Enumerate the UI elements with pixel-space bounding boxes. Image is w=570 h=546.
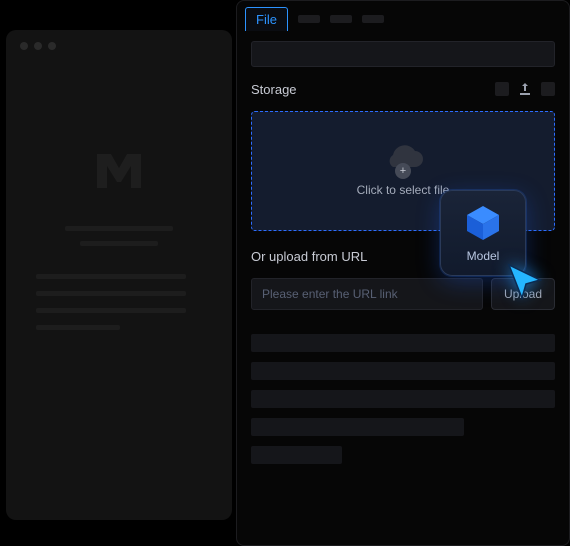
- tab-stub[interactable]: [330, 15, 352, 23]
- background-content: [6, 62, 232, 330]
- model-chip[interactable]: Model: [440, 190, 526, 276]
- model-chip-label: Model: [467, 249, 500, 263]
- skeleton: [36, 308, 186, 313]
- list-item: [251, 334, 555, 352]
- cube-icon: [463, 203, 503, 243]
- skeleton: [80, 241, 158, 246]
- window-dot: [48, 42, 56, 50]
- storage-actions: [495, 81, 555, 97]
- background-window: [6, 30, 232, 520]
- list-placeholder: [251, 334, 555, 464]
- skeleton-paragraph: [34, 274, 204, 330]
- window-dot: [34, 42, 42, 50]
- skeleton: [65, 226, 173, 231]
- plus-icon: +: [395, 163, 411, 179]
- skeleton: [36, 274, 186, 279]
- action-square[interactable]: [495, 82, 509, 96]
- action-square[interactable]: [541, 82, 555, 96]
- app-logo: [91, 142, 147, 198]
- upload-icon[interactable]: [517, 81, 533, 97]
- skeleton: [36, 291, 186, 296]
- upload-button[interactable]: Upload: [491, 278, 555, 310]
- url-input[interactable]: [251, 278, 483, 310]
- toolbar-placeholder: [251, 41, 555, 67]
- cloud-icon: +: [381, 145, 425, 173]
- tab-bar: File: [237, 1, 569, 31]
- skeleton: [36, 325, 120, 330]
- window-controls: [6, 30, 232, 62]
- section-title-storage: Storage: [251, 82, 297, 97]
- tab-stub[interactable]: [298, 15, 320, 23]
- list-item: [251, 418, 464, 436]
- tab-stub[interactable]: [362, 15, 384, 23]
- list-item: [251, 390, 555, 408]
- skeleton-lines: [34, 226, 204, 246]
- tab-file[interactable]: File: [245, 7, 288, 31]
- window-dot: [20, 42, 28, 50]
- dropzone-text: Click to select file: [357, 183, 450, 197]
- list-item: [251, 446, 342, 464]
- list-item: [251, 362, 555, 380]
